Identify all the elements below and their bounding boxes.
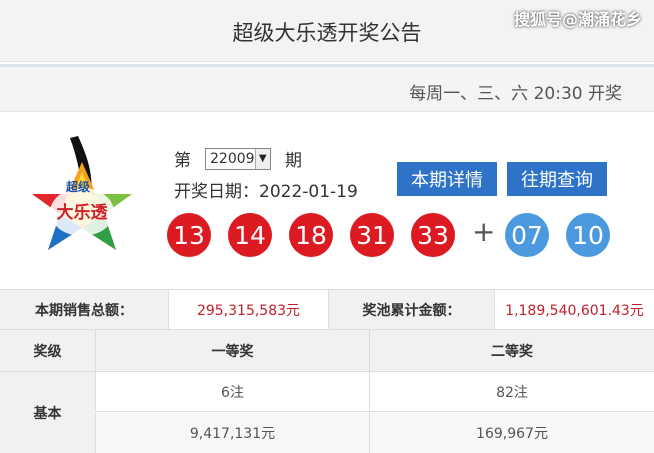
second-prize-amount: 169,967元 bbox=[369, 413, 654, 453]
schedule-bar: 每周一、三、六 20:30 开奖 bbox=[0, 67, 654, 112]
header-level: 奖级 bbox=[33, 344, 62, 360]
watermark-text: 搜狐号@潮涌花乡 bbox=[513, 10, 642, 29]
front-ball: 31 bbox=[350, 213, 394, 257]
front-ball: 33 bbox=[411, 213, 455, 257]
front-ball: 14 bbox=[228, 213, 272, 257]
chevron-down-icon[interactable]: ▼ bbox=[254, 148, 270, 169]
sales-summary-row: 本期销售总额： 295,315,583元 奖池累计金额： 1,189,540,6… bbox=[0, 289, 654, 330]
back-ball: 10 bbox=[566, 213, 610, 257]
header-second-prize: 二等奖 bbox=[369, 330, 654, 372]
back-ball: 07 bbox=[505, 213, 549, 257]
title-bar: 超级大乐透开奖公告 搜狐号@潮涌花乡 bbox=[0, 0, 654, 62]
prize-table-header: 奖级 一等奖 二等奖 bbox=[0, 330, 654, 372]
sales-total-value: 295,315,583元 bbox=[168, 290, 328, 329]
sales-total-label: 本期销售总额： bbox=[0, 290, 168, 329]
row-label-basic: 基本 bbox=[0, 372, 95, 453]
draw-schedule: 每周一、三、六 20:30 开奖 bbox=[409, 84, 622, 104]
issue-select[interactable]: 22009 ▼ bbox=[205, 147, 271, 170]
super-lotto-logo-icon: 超级 大乐透 bbox=[20, 132, 144, 268]
prize-pool-label: 奖池累计金额： bbox=[328, 290, 494, 329]
issue-row: 第 22009 ▼ 期 bbox=[174, 146, 302, 171]
prize-pool-value: 1,189,540,601.43元 bbox=[494, 290, 654, 329]
prize-table: 奖级 一等奖 二等奖 基本 6注 82注 9,417,131元 169,967元 bbox=[0, 330, 654, 453]
draw-date: 开奖日期：2022-01-19 bbox=[174, 182, 358, 202]
issue-selected-value: 22009 bbox=[210, 150, 255, 167]
header-first-prize: 一等奖 bbox=[95, 330, 369, 372]
current-detail-button[interactable]: 本期详情 bbox=[397, 162, 497, 196]
logo-text-top: 超级 bbox=[65, 180, 90, 194]
first-prize-count: 6注 bbox=[95, 372, 369, 412]
first-prize-amount: 9,417,131元 bbox=[95, 413, 369, 453]
front-ball: 13 bbox=[167, 213, 211, 257]
front-ball: 18 bbox=[289, 213, 333, 257]
plus-sign: + bbox=[472, 215, 496, 248]
issue-prefix: 第 bbox=[174, 151, 191, 171]
second-prize-count: 82注 bbox=[369, 372, 654, 412]
issue-suffix: 期 bbox=[285, 151, 302, 171]
logo-text-main: 大乐透 bbox=[56, 203, 108, 223]
history-query-button[interactable]: 往期查询 bbox=[507, 162, 607, 196]
